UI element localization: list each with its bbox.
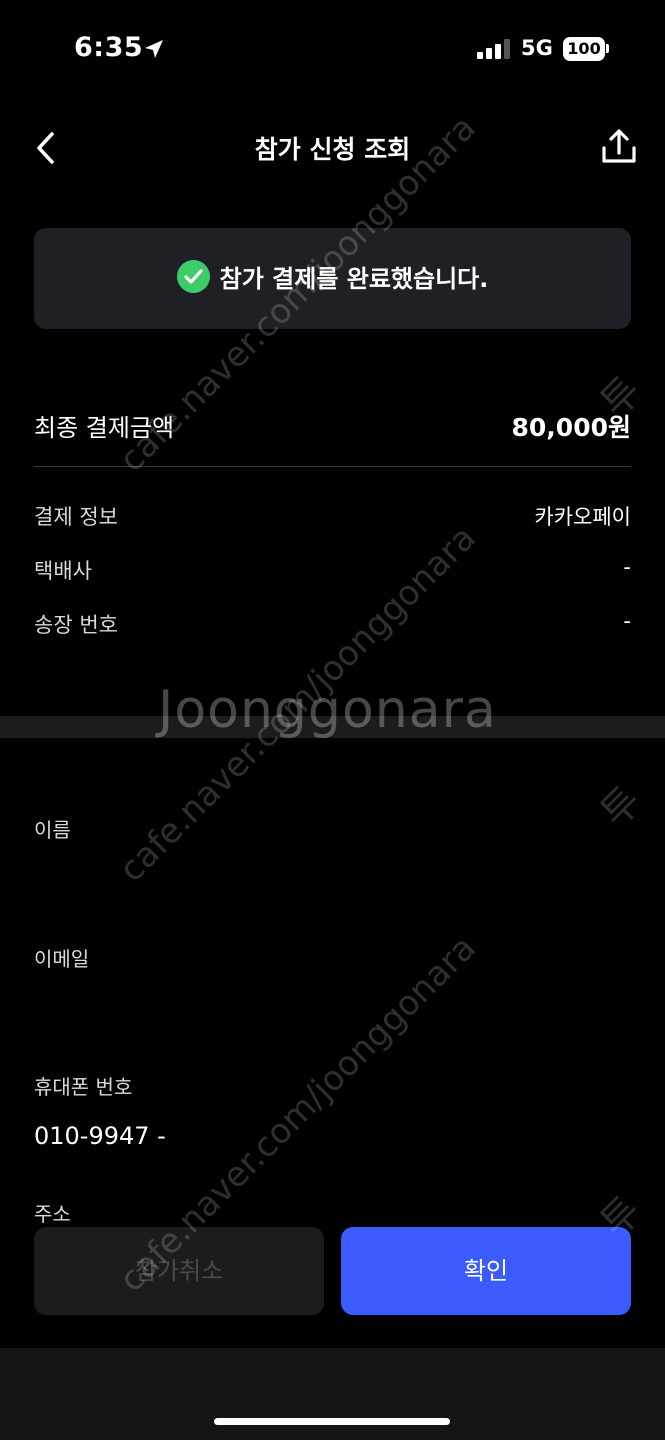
signal-icon [477, 39, 513, 59]
status-bar: 6:35 5G 100 [0, 0, 665, 100]
network-label: 5G [521, 36, 553, 60]
payment-complete-banner: 참가 결제를 완료했습니다. [34, 228, 631, 329]
divider [34, 466, 631, 467]
share-icon[interactable] [598, 126, 640, 168]
section-divider [0, 716, 665, 738]
courier-label: 택배사 [34, 559, 92, 583]
courier-row: 택배사 - [34, 555, 631, 585]
nav-bar: 참가 신청 조회 [0, 110, 665, 186]
payment-method-row: 결제 정보 카카오페이 [34, 501, 631, 531]
email-label: 이메일 [34, 947, 90, 971]
payment-method-label: 결제 정보 [34, 505, 118, 529]
courier-value: - [623, 555, 631, 579]
check-circle-icon [176, 260, 210, 293]
tracking-number-label: 송장 번호 [34, 613, 118, 637]
phone-value: 010-9947 - [34, 1122, 166, 1150]
location-arrow-icon [145, 40, 163, 58]
bottom-bar [0, 1348, 665, 1440]
home-indicator [214, 1418, 450, 1425]
banner-message: 참가 결제를 완료했습니다. [219, 265, 489, 293]
tracking-number-value: - [623, 609, 631, 633]
page-title: 참가 신청 조회 [254, 135, 411, 164]
total-amount-value: 80,000원 [511, 413, 631, 442]
battery-icon: 100 [563, 37, 605, 61]
status-time: 6:35 [74, 32, 144, 63]
payment-method-value: 카카오페이 [534, 505, 631, 529]
total-amount-row: 최종 결제금액 80,000원 [34, 408, 631, 444]
phone-label: 휴대폰 번호 [34, 1075, 133, 1099]
cancel-participation-button[interactable]: 참가취소 [34, 1227, 324, 1315]
tracking-number-row: 송장 번호 - [34, 609, 631, 639]
total-amount-label: 최종 결제금액 [34, 414, 175, 442]
battery-tip [606, 44, 609, 53]
address-label: 주소 [34, 1202, 71, 1226]
name-label: 이름 [34, 818, 71, 842]
watermark-side-2: 투 [592, 778, 651, 837]
confirm-button[interactable]: 확인 [341, 1227, 631, 1315]
